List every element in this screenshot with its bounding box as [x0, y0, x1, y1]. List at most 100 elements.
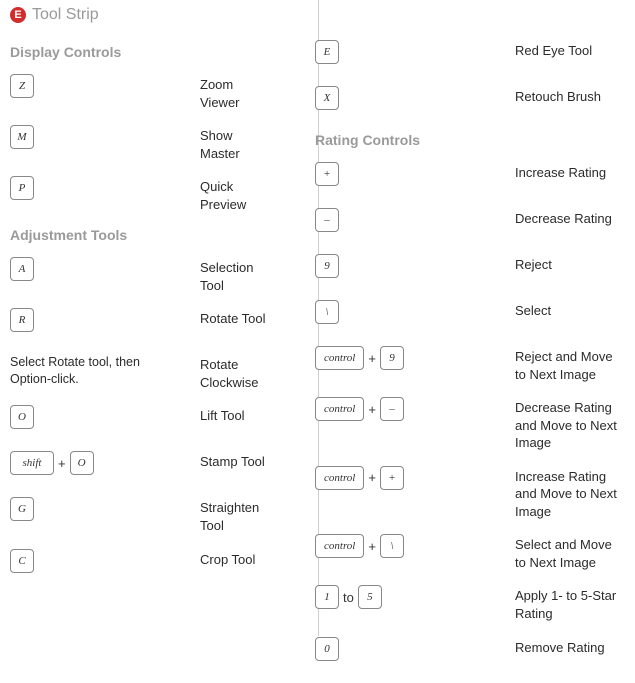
key: G: [10, 497, 34, 521]
section-rating-controls: Rating Controls: [315, 132, 625, 148]
plus-icon: +: [368, 470, 376, 485]
keys-cell: +: [315, 162, 515, 186]
shortcut-row: 0 Remove Rating: [315, 637, 625, 669]
shortcut-row: X Retouch Brush: [315, 86, 625, 118]
keys-cell: control + \: [315, 534, 515, 558]
keys-cell: control + +: [315, 466, 515, 490]
keys-cell: Z: [10, 74, 200, 98]
key: A: [10, 257, 34, 281]
keys-cell: E: [315, 40, 515, 64]
shortcut-row: P Quick Preview: [10, 176, 267, 213]
shortcut-desc: Selection Tool: [200, 257, 267, 294]
keys-cell: M: [10, 125, 200, 149]
shortcut-row: M Show Master: [10, 125, 267, 162]
page-columns: Display Controls Z Zoom Viewer M Show Ma…: [10, 40, 625, 683]
shortcut-row: \ Select: [315, 300, 625, 332]
keys-cell: shift + O: [10, 451, 200, 475]
shortcut-desc: Quick Preview: [200, 176, 267, 213]
shortcut-desc: Retouch Brush: [515, 86, 625, 106]
shortcut-desc: Decrease Rating: [515, 208, 625, 228]
key: \: [380, 534, 404, 558]
keys-cell: –: [315, 208, 515, 232]
key: –: [315, 208, 339, 232]
shortcut-desc: Reject and Move to Next Image: [515, 346, 625, 383]
shortcut-desc: Straighten Tool: [200, 497, 267, 534]
shortcut-row: control + – Decrease Rating and Move to …: [315, 397, 625, 452]
key-shift: shift: [10, 451, 54, 475]
key: C: [10, 549, 34, 573]
shortcut-desc: Zoom Viewer: [200, 74, 267, 111]
section-display-controls: Display Controls: [10, 44, 267, 60]
shortcut-desc: Increase Rating and Move to Next Image: [515, 466, 625, 521]
shortcut-row: R Rotate Tool: [10, 308, 267, 340]
key: P: [10, 176, 34, 200]
plus-icon: +: [58, 456, 66, 471]
plus-icon: +: [368, 402, 376, 417]
shortcut-row: A Selection Tool: [10, 257, 267, 294]
right-column: E Red Eye Tool X Retouch Brush Rating Co…: [291, 40, 625, 683]
shortcut-desc: Rotate Clockwise: [200, 354, 267, 391]
key-control: control: [315, 397, 364, 421]
shortcut-row: Select Rotate tool, then Option-click. R…: [10, 354, 267, 391]
key: M: [10, 125, 34, 149]
shortcut-desc: Red Eye Tool: [515, 40, 625, 60]
plus-icon: +: [368, 351, 376, 366]
shortcut-row: control + 9 Reject and Move to Next Imag…: [315, 346, 625, 383]
key: –: [380, 397, 404, 421]
shortcut-row: 1 to 5 Apply 1- to 5-Star Rating: [315, 585, 625, 622]
shortcut-desc: Increase Rating: [515, 162, 625, 182]
instruction-text: Select Rotate tool, then Option-click.: [10, 354, 170, 388]
key: +: [380, 466, 404, 490]
shortcut-desc: Stamp Tool: [200, 451, 267, 471]
keys-cell: O: [10, 405, 200, 429]
key-control: control: [315, 534, 364, 558]
key: 9: [315, 254, 339, 278]
keys-cell: C: [10, 549, 200, 573]
range-connector: to: [343, 590, 354, 605]
shortcut-desc: Select and Move to Next Image: [515, 534, 625, 571]
shortcut-desc: Lift Tool: [200, 405, 267, 425]
header-badge: E: [10, 7, 26, 23]
key: X: [315, 86, 339, 110]
keys-cell: R: [10, 308, 200, 332]
keys-cell: control + 9: [315, 346, 515, 370]
keys-cell: Select Rotate tool, then Option-click.: [10, 354, 200, 388]
shortcut-row: 9 Reject: [315, 254, 625, 286]
shortcut-desc: Remove Rating: [515, 637, 625, 657]
key-control: control: [315, 466, 364, 490]
key: \: [315, 300, 339, 324]
shortcut-desc: Show Master: [200, 125, 267, 162]
key: 5: [358, 585, 382, 609]
shortcut-desc: Reject: [515, 254, 625, 274]
key: +: [315, 162, 339, 186]
keys-cell: control + –: [315, 397, 515, 421]
left-column: Display Controls Z Zoom Viewer M Show Ma…: [10, 40, 291, 683]
key: R: [10, 308, 34, 332]
keys-cell: 0: [315, 637, 515, 661]
plus-icon: +: [368, 539, 376, 554]
key: 0: [315, 637, 339, 661]
shortcut-row: G Straighten Tool: [10, 497, 267, 534]
shortcut-row: shift + O Stamp Tool: [10, 451, 267, 483]
shortcut-desc: Rotate Tool: [200, 308, 267, 328]
shortcut-desc: Decrease Rating and Move to Next Image: [515, 397, 625, 452]
shortcut-row: control + + Increase Rating and Move to …: [315, 466, 625, 521]
key: 9: [380, 346, 404, 370]
keys-cell: A: [10, 257, 200, 281]
keys-cell: \: [315, 300, 515, 324]
shortcut-desc: Apply 1- to 5-Star Rating: [515, 585, 625, 622]
shortcut-row: + Increase Rating: [315, 162, 625, 194]
section-adjustment-tools: Adjustment Tools: [10, 227, 267, 243]
key: O: [10, 405, 34, 429]
shortcut-row: control + \ Select and Move to Next Imag…: [315, 534, 625, 571]
shortcut-row: C Crop Tool: [10, 549, 267, 581]
shortcut-row: O Lift Tool: [10, 405, 267, 437]
key-control: control: [315, 346, 364, 370]
shortcut-row: E Red Eye Tool: [315, 40, 625, 72]
shortcut-desc: Crop Tool: [200, 549, 267, 569]
key: 1: [315, 585, 339, 609]
keys-cell: 9: [315, 254, 515, 278]
key: O: [70, 451, 94, 475]
shortcut-row: Z Zoom Viewer: [10, 74, 267, 111]
keys-cell: X: [315, 86, 515, 110]
